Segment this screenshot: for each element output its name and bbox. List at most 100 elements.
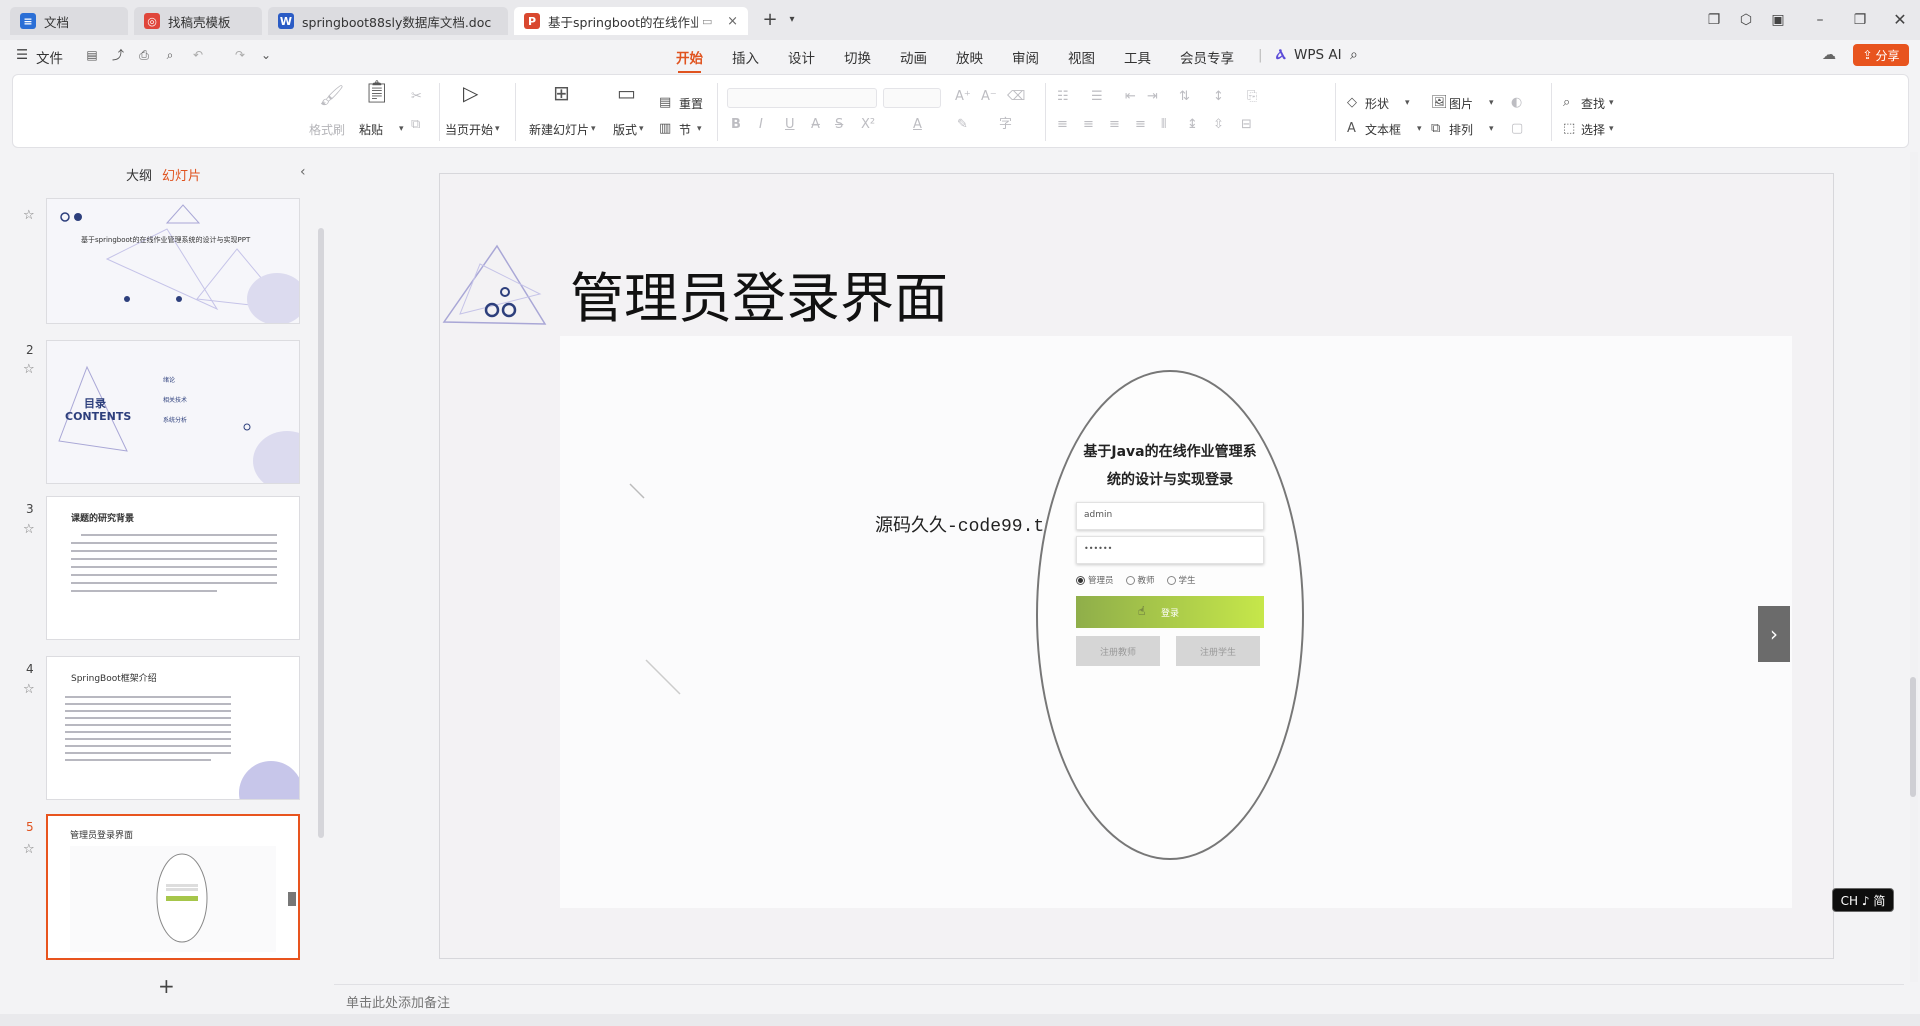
role-teacher-radio[interactable]: 教师 — [1125, 574, 1155, 586]
decrease-font-icon[interactable]: A⁻ — [981, 89, 997, 105]
cube-icon[interactable]: ⬡ — [1736, 10, 1756, 30]
cloud-sync-icon[interactable]: ☁ — [1822, 47, 1836, 63]
text-direction-icon[interactable]: ⇅ — [1179, 89, 1190, 105]
tab-design[interactable]: 设计 — [788, 47, 815, 67]
indent-icon[interactable]: ⇥ — [1147, 89, 1158, 105]
chevron-down-icon[interactable]: ▾ — [1609, 121, 1614, 137]
find-button[interactable]: 查找 — [1581, 95, 1605, 112]
editor-scrollbar[interactable] — [1910, 152, 1918, 982]
outline-icon[interactable]: ▢ — [1511, 121, 1523, 137]
select-button[interactable]: 选择 — [1581, 121, 1605, 138]
strikethrough-icon[interactable]: A̶ — [811, 117, 820, 133]
redo-icon[interactable]: ↷ — [232, 48, 248, 63]
star-icon[interactable]: ☆ — [23, 682, 35, 697]
login-button[interactable]: 登录 — [1076, 596, 1264, 628]
chevron-down-icon[interactable]: ▾ — [1489, 95, 1494, 111]
para-spacing-icon[interactable]: ⇳ — [1213, 117, 1224, 133]
print-icon[interactable]: ⎙ — [136, 48, 152, 63]
close-tab-icon[interactable]: × — [721, 14, 738, 29]
hamburger-icon[interactable]: ☰ — [16, 47, 28, 63]
file-menu[interactable]: 文件 — [36, 47, 63, 67]
tab-word-doc[interactable]: W springboot88sly数据库文档.doc — [268, 7, 508, 35]
tab-docs[interactable]: ≡ 文档 — [10, 7, 128, 35]
section-button[interactable]: 节 — [679, 121, 691, 138]
chevron-down-icon[interactable]: ▾ — [591, 121, 596, 137]
undo-icon[interactable]: ↶ — [190, 48, 206, 63]
avatar[interactable]: ▣ — [1768, 10, 1788, 30]
outline-tab[interactable]: 大纲 — [126, 165, 152, 184]
char-spacing-icon[interactable]: 字 — [999, 117, 1012, 133]
tab-tools[interactable]: 工具 — [1124, 47, 1151, 67]
superscript-icon[interactable]: X² — [861, 117, 875, 133]
align-center-icon[interactable]: ≡ — [1083, 117, 1094, 133]
tab-transition[interactable]: 切换 — [844, 47, 871, 67]
play-from-current-button[interactable]: 当页开始 — [445, 121, 493, 138]
tab-ppt[interactable]: P 基于springboot的在线作业 ▭ × — [514, 7, 748, 35]
restore-icon[interactable]: ❐ — [1850, 10, 1870, 30]
chevron-down-icon[interactable]: ▾ — [782, 10, 802, 30]
line-spacing-icon[interactable]: ↨ — [1187, 117, 1198, 133]
slide-canvas[interactable]: 管理员登录界面 源码久久-code99.top 基于Java的在线作业管理系 统… — [439, 173, 1834, 959]
font-family-select[interactable] — [727, 88, 877, 108]
increase-font-icon[interactable]: A⁺ — [955, 89, 971, 105]
username-input[interactable]: admin — [1076, 502, 1264, 530]
chevron-down-icon[interactable]: ▾ — [399, 121, 404, 137]
new-slide-button[interactable]: 新建幻灯片 — [529, 121, 589, 138]
align-right-icon[interactable]: ≡ — [1109, 117, 1120, 133]
chevron-down-icon[interactable]: ▾ — [1489, 121, 1494, 137]
next-arrow-icon[interactable]: › — [1758, 606, 1790, 662]
role-student-radio[interactable]: 学生 — [1166, 574, 1196, 586]
star-icon[interactable]: ☆ — [23, 842, 35, 857]
new-tab-button[interactable]: + — [760, 10, 780, 30]
bullets-icon[interactable]: ☷ — [1057, 89, 1069, 105]
clear-format-icon[interactable]: ⌫ — [1007, 89, 1025, 105]
reset-button[interactable]: 重置 — [679, 95, 703, 112]
chevron-down-icon[interactable]: ▾ — [1405, 95, 1410, 111]
chevron-down-icon[interactable]: ▾ — [1609, 95, 1614, 111]
distribute-icon[interactable]: ⫴ — [1161, 117, 1166, 133]
save-icon[interactable]: ▤ — [84, 48, 100, 63]
numbering-icon[interactable]: ☰ — [1091, 89, 1103, 105]
outdent-icon[interactable]: ⇤ — [1125, 89, 1136, 105]
more-chevron-icon[interactable]: ⌄ — [258, 48, 274, 63]
textbox-button[interactable]: 文本框 — [1365, 121, 1401, 138]
panel-scrollbar[interactable] — [318, 228, 324, 838]
scrollbar-thumb[interactable] — [1910, 677, 1916, 797]
fill-icon[interactable]: ◐ — [1511, 95, 1522, 111]
slide-thumbnail-3[interactable]: 课题的研究背景 — [46, 496, 300, 640]
picture-button[interactable]: 图片 — [1449, 95, 1473, 112]
font-color-icon[interactable]: A — [913, 117, 922, 133]
copy-icon[interactable]: ⧉ — [411, 117, 420, 133]
slides-tab[interactable]: 幻灯片 — [162, 165, 201, 184]
password-input[interactable]: •••••• — [1076, 536, 1264, 564]
underline-icon[interactable]: U — [785, 117, 795, 133]
share-button[interactable]: ⇪ 分享 — [1853, 44, 1909, 66]
chevron-down-icon[interactable]: ▾ — [697, 121, 702, 137]
format-painter-button[interactable]: 格式刷 — [309, 121, 345, 138]
slide-title[interactable]: 管理员登录界面 — [570, 254, 948, 333]
export-icon[interactable]: ⤴ — [110, 48, 126, 63]
slide-thumbnail-5[interactable]: 管理员登录界面 — [46, 814, 300, 960]
close-icon[interactable]: ✕ — [1890, 10, 1910, 30]
bold-icon[interactable]: B — [731, 117, 741, 133]
arrange-button[interactable]: 排列 — [1449, 121, 1473, 138]
star-icon[interactable]: ☆ — [23, 522, 35, 537]
strike-icon[interactable]: S — [835, 117, 843, 133]
sort-icon[interactable]: ↕ — [1213, 89, 1224, 105]
role-admin-radio[interactable]: 管理员 — [1076, 574, 1114, 586]
chevron-down-icon[interactable]: ▾ — [639, 121, 644, 137]
font-size-select[interactable] — [883, 88, 941, 108]
convert-icon[interactable]: ⎘ — [1247, 89, 1257, 105]
chevron-down-icon[interactable]: ▾ — [1417, 121, 1422, 137]
screenshot-image[interactable]: 源码久久-code99.top 基于Java的在线作业管理系 统的设计与实现登录… — [560, 336, 1792, 908]
columns-icon[interactable]: ⊟ — [1241, 117, 1252, 133]
shape-button[interactable]: 形状 — [1365, 95, 1389, 112]
tab-insert[interactable]: 插入 — [732, 47, 759, 67]
tab-templates[interactable]: ◎ 找稿壳模板 — [134, 7, 262, 35]
register-teacher-button[interactable]: 注册教师 — [1076, 636, 1160, 666]
collapse-panel-icon[interactable]: ‹ — [300, 164, 306, 180]
highlight-icon[interactable]: ✎ — [957, 117, 968, 133]
slide-thumbnail-2[interactable]: 目录 CONTENTS 绪论 相关技术 系统分析 — [46, 340, 300, 484]
tab-review[interactable]: 审阅 — [1012, 47, 1039, 67]
chevron-down-icon[interactable]: ▾ — [495, 121, 500, 137]
